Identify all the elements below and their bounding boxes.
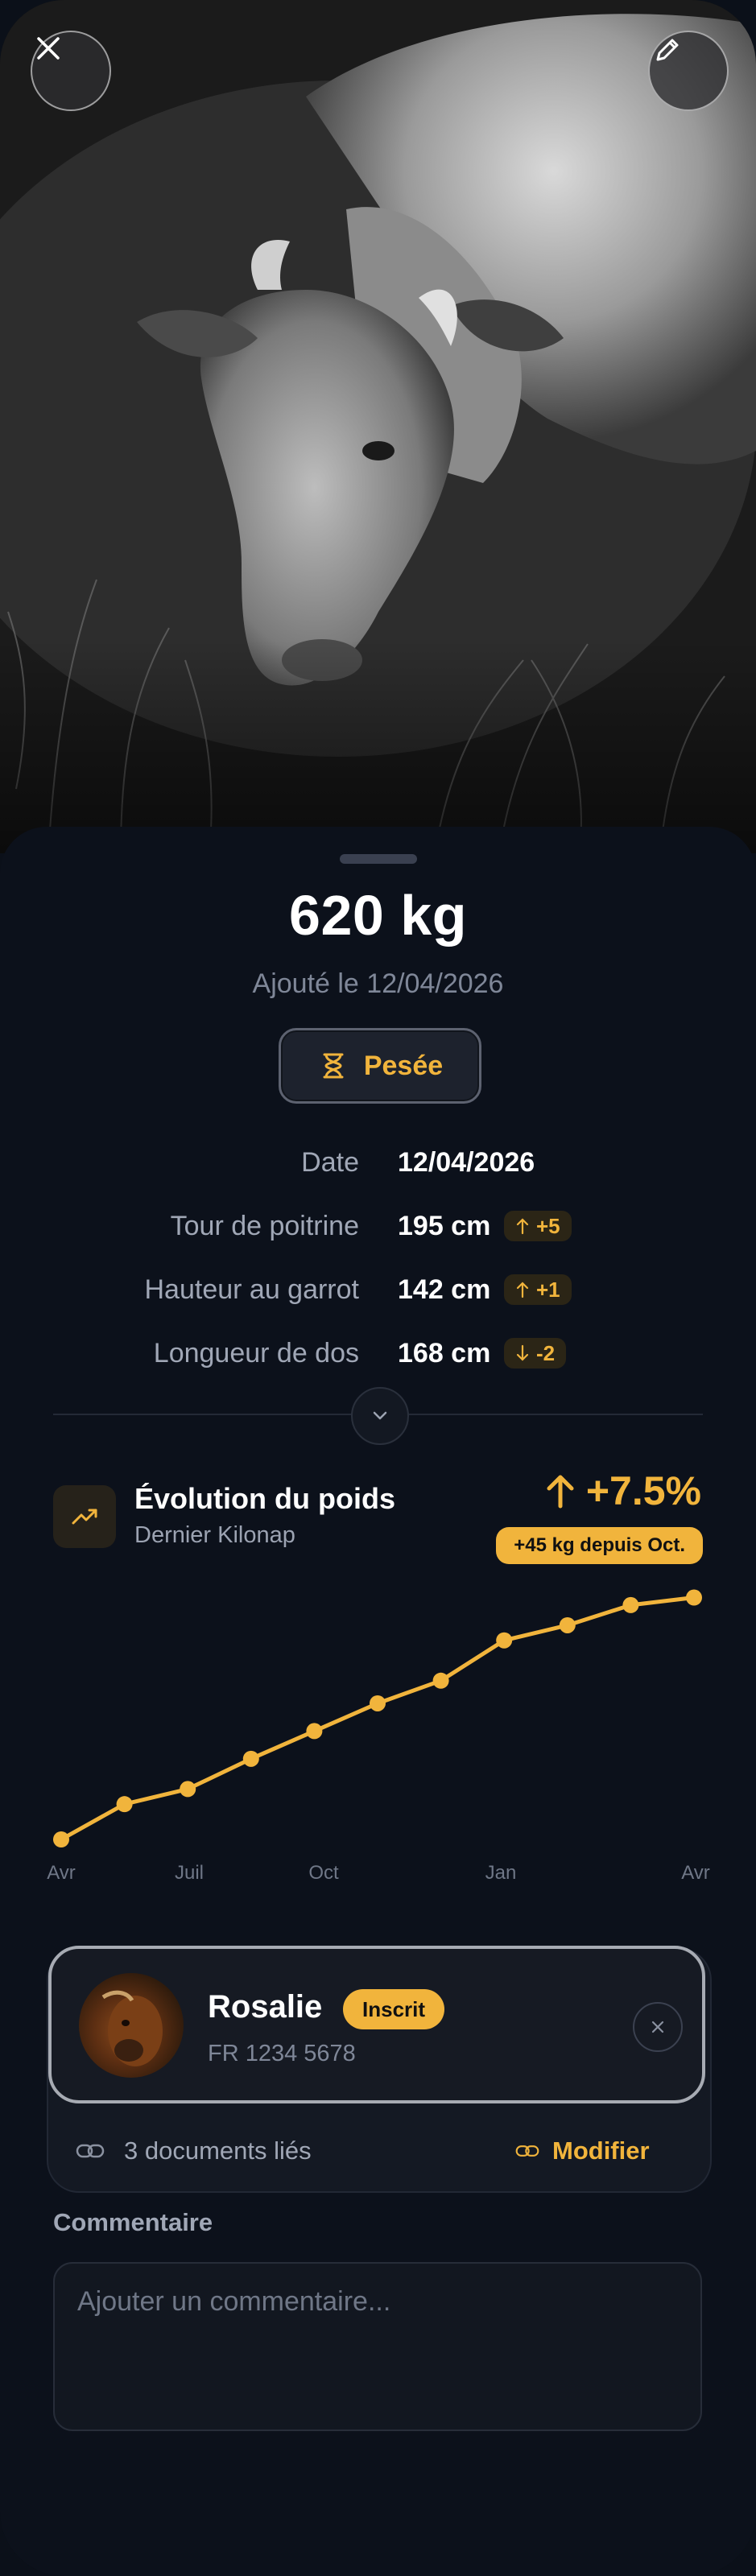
weight-chart: Avr Juil Oct Jan Avr [47, 1589, 710, 1884]
x-tick-label: Jan [485, 1862, 517, 1884]
weight-data-point[interactable] [622, 1596, 639, 1613]
weight-series-line [60, 1596, 695, 1842]
close-icon [651, 2021, 664, 2033]
detail-sheet: 620 kg Ajouté le 12/04/2026 Pesée Date 1… [0, 827, 756, 2576]
x-tick-label: Avr [47, 1862, 76, 1884]
avatar-image [101, 1990, 163, 2066]
linked-documents-label: 3 documents liés [124, 2136, 312, 2165]
grazing-cow-photo [0, 0, 756, 853]
edit-button[interactable] [648, 31, 729, 111]
owner-card[interactable]: Rosalie Inscrit FR 1234 5678 [48, 1946, 705, 2103]
modify-documents-button[interactable]: Modifier [515, 2136, 650, 2165]
weight-data-point[interactable] [53, 1831, 69, 1847]
remove-owner-button[interactable] [633, 2002, 683, 2052]
weight-data-point[interactable] [432, 1672, 449, 1689]
animal-photo [0, 0, 756, 853]
owner-name: Rosalie [208, 1989, 323, 2025]
owner-id: FR 1234 5678 [208, 2041, 356, 2066]
weight-data-point[interactable] [686, 1589, 702, 1606]
weight-data-point[interactable] [559, 1616, 576, 1633]
linked-documents[interactable]: 3 documents liés [76, 2136, 312, 2165]
close-icon [37, 37, 60, 60]
link-icon [515, 2145, 539, 2157]
weight-data-point[interactable] [242, 1750, 259, 1767]
weight-data-point[interactable] [116, 1796, 133, 1813]
comment-label: Commentaire [53, 2208, 213, 2236]
registered-badge: Inscrit [343, 1989, 445, 2029]
weight-data-point[interactable] [180, 1781, 196, 1798]
weighing-detail-screen: 620 kg Ajouté le 12/04/2026 Pesée Date 1… [0, 0, 756, 2576]
modify-label: Modifier [552, 2136, 650, 2165]
x-tick-label: Juil [175, 1862, 204, 1884]
weight-data-point[interactable] [306, 1723, 323, 1740]
comment-input[interactable] [53, 2262, 702, 2431]
cow-avatar [79, 1973, 184, 2078]
weight-data-point[interactable] [370, 1695, 386, 1711]
x-tick-label: Avr [681, 1862, 710, 1884]
weight-data-point[interactable] [496, 1632, 513, 1649]
x-tick-label: Oct [308, 1862, 339, 1884]
close-button[interactable] [31, 31, 111, 111]
pencil-icon [656, 39, 679, 61]
link-icon [76, 2144, 105, 2158]
